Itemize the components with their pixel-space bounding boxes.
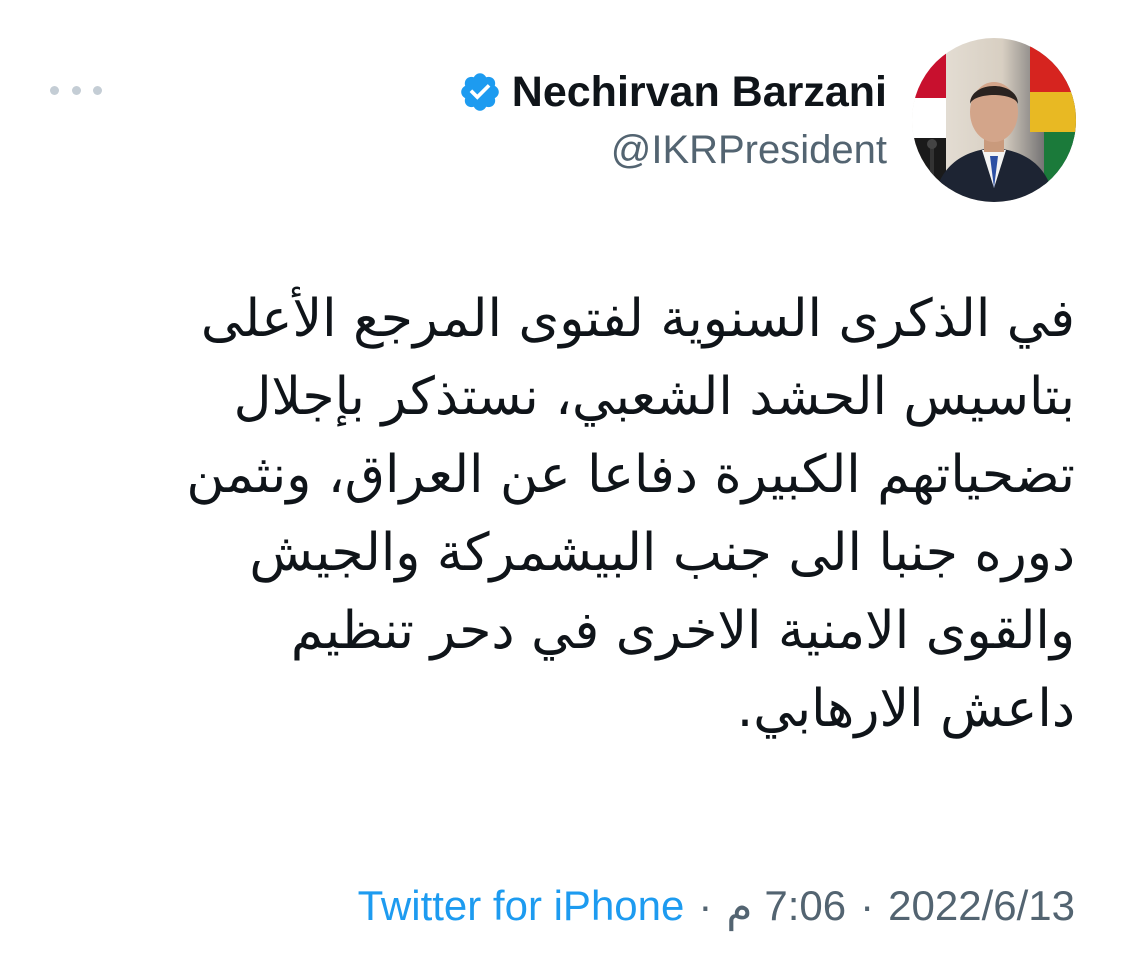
tweet-metadata: 2022/6/13 · 7:06 م · Twitter for iPhone — [358, 876, 1075, 936]
tweet-text-line: تضحياتهم الكبيرة دفاعا عن العراق، ونثمن — [186, 445, 1075, 505]
tweet-text-line: داعش الارهابي. — [736, 679, 1075, 739]
tweet-date[interactable]: 2022/6/13 — [888, 882, 1075, 930]
more-dot-icon — [93, 85, 102, 95]
avatar[interactable] — [912, 38, 1076, 202]
tweet-source-link[interactable]: Twitter for iPhone — [358, 882, 685, 930]
tweet-text-line: والقوى الامنية الاخرى في دحر تنظيم — [290, 601, 1075, 661]
tweet-text-line: بتاسيس الحشد الشعبي، نستذكر بإجلال — [233, 367, 1075, 427]
meta-separator: · — [698, 882, 713, 929]
tweet-text-line: في الذكرى السنوية لفتوى المرجع الأعلى — [200, 289, 1075, 349]
author-display-name[interactable]: Nechirvan Barzani — [512, 68, 887, 117]
author-identity: Nechirvan Barzani @IKRPresident — [458, 62, 887, 173]
tweet-text-line: دوره جنبا الى جنب البيشمركة والجيش — [249, 523, 1075, 583]
more-dot-icon — [50, 85, 59, 95]
author-name-row: Nechirvan Barzani — [458, 62, 887, 122]
author-handle[interactable]: @IKRPresident — [458, 128, 887, 173]
tweet-time-period: م — [726, 882, 753, 930]
meta-separator: · — [860, 882, 875, 929]
more-options-button[interactable] — [50, 78, 102, 102]
more-dot-icon — [71, 85, 81, 95]
tweet-text: في الذكرى السنوية لفتوى المرجع الأعلى بت… — [65, 280, 1075, 748]
verified-badge-icon — [461, 73, 499, 111]
profile-photo-icon — [912, 38, 1076, 202]
tweet-card: Nechirvan Barzani @IKRPresident في الذكر… — [0, 0, 1125, 962]
tweet-time[interactable]: 7:06 — [764, 882, 846, 930]
